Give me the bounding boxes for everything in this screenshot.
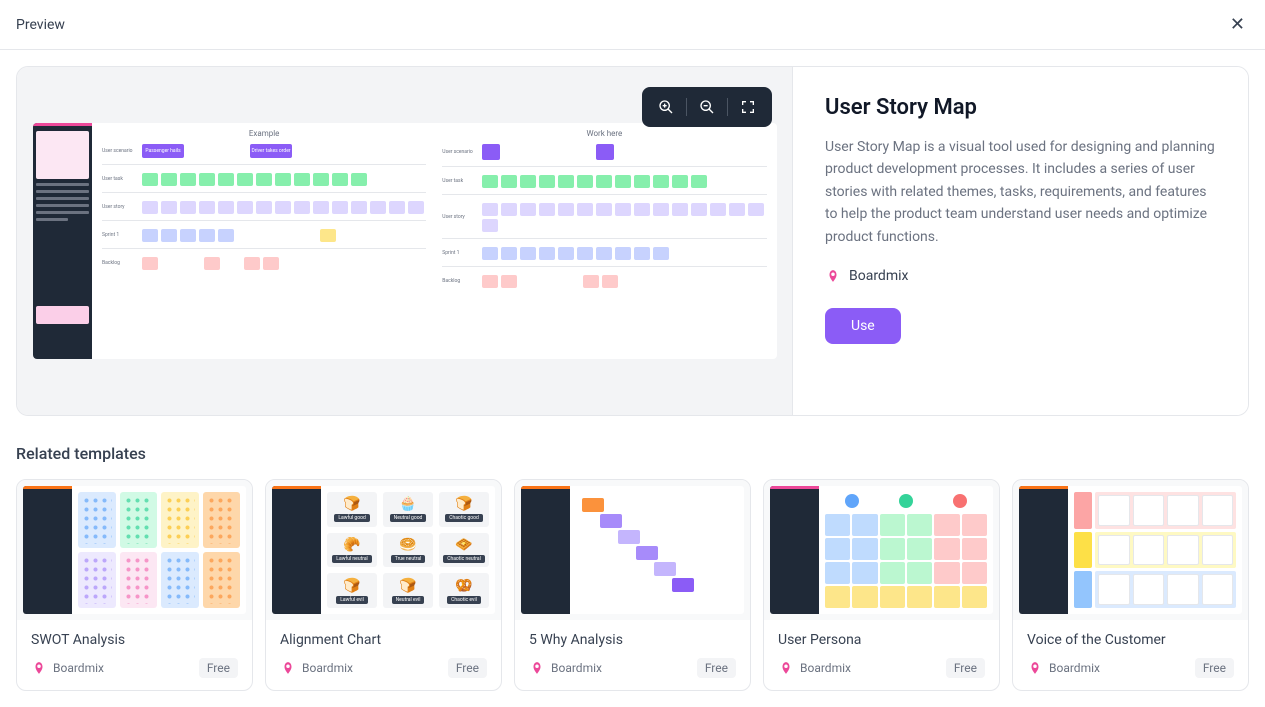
scenario-cell: Driver takes order xyxy=(250,144,292,158)
author-logo-icon xyxy=(31,660,47,676)
price-badge: Free xyxy=(946,658,985,678)
card-author: Boardmix xyxy=(1049,661,1100,675)
related-grid: SWOT Analysis Boardmix Free 🍞Lawful good… xyxy=(16,479,1249,691)
author-logo-icon xyxy=(1027,660,1043,676)
card-title: SWOT Analysis xyxy=(31,632,238,648)
zoom-out-icon xyxy=(699,99,715,115)
card-title: 5 Why Analysis xyxy=(529,632,736,648)
card-title: User Persona xyxy=(778,632,985,648)
use-button[interactable]: Use xyxy=(825,308,901,344)
author-logo-icon xyxy=(280,660,296,676)
card-author: Boardmix xyxy=(302,661,353,675)
zoom-out-button[interactable] xyxy=(687,93,727,121)
author-logo-icon xyxy=(825,268,841,284)
template-preview-image: Example User scenario Passenger hails Dr… xyxy=(33,123,777,360)
author-logo-icon xyxy=(529,660,545,676)
preview-doc-main: Example User scenario Passenger hails Dr… xyxy=(92,123,776,360)
author-name: Boardmix xyxy=(849,268,908,284)
related-card-voc[interactable]: Voice of the Customer Boardmix Free xyxy=(1012,479,1249,691)
related-card-alignment[interactable]: 🍞Lawful good 🧁Neutral good 🍞Chaotic good… xyxy=(265,479,502,691)
row-label: User scenario xyxy=(102,148,138,154)
template-title: User Story Map xyxy=(825,95,1216,120)
topbar-title: Preview xyxy=(16,17,65,33)
content: Example User scenario Passenger hails Dr… xyxy=(0,50,1265,707)
row-label: Sprint 1 xyxy=(442,250,478,256)
card-title: Voice of the Customer xyxy=(1027,632,1234,648)
close-button[interactable]: ✕ xyxy=(1226,10,1249,39)
fullscreen-button[interactable] xyxy=(728,93,768,121)
thumbnail xyxy=(1013,480,1248,620)
template-author: Boardmix xyxy=(825,268,1216,284)
row-label: Backlog xyxy=(102,260,138,266)
zoom-controls xyxy=(642,87,772,127)
related-card-5why[interactable]: 5 Why Analysis Boardmix Free xyxy=(514,479,751,691)
thumbnail xyxy=(764,480,999,620)
card-title: Alignment Chart xyxy=(280,632,487,648)
fullscreen-icon xyxy=(740,99,756,115)
row-label: Sprint 1 xyxy=(102,232,138,238)
price-badge: Free xyxy=(448,658,487,678)
scenario-cell: Passenger hails xyxy=(142,144,184,158)
row-label: User story xyxy=(442,214,478,220)
related-card-persona[interactable]: User Persona Boardmix Free xyxy=(763,479,1000,691)
row-label: User task xyxy=(102,176,138,182)
price-badge: Free xyxy=(1195,658,1234,678)
row-label: Backlog xyxy=(442,278,478,284)
price-badge: Free xyxy=(199,658,238,678)
thumbnail xyxy=(515,480,750,620)
close-icon: ✕ xyxy=(1230,14,1245,35)
card-author: Boardmix xyxy=(551,661,602,675)
zoom-in-icon xyxy=(658,99,674,115)
row-label: User story xyxy=(102,204,138,210)
row-label: User scenario xyxy=(442,149,478,155)
topbar: Preview ✕ xyxy=(0,0,1265,50)
template-details: User Story Map User Story Map is a visua… xyxy=(793,67,1248,415)
related-templates-section: Related templates SWOT Analysis Boardmix xyxy=(16,444,1249,691)
row-label: User task xyxy=(442,178,478,184)
related-heading: Related templates xyxy=(16,444,1249,463)
preview-card: Example User scenario Passenger hails Dr… xyxy=(16,66,1249,416)
preview-col-title: Example xyxy=(102,129,426,138)
zoom-in-button[interactable] xyxy=(646,93,686,121)
card-author: Boardmix xyxy=(53,661,104,675)
template-description: User Story Map is a visual tool used for… xyxy=(825,136,1216,248)
thumbnail: 🍞Lawful good 🧁Neutral good 🍞Chaotic good… xyxy=(266,480,501,620)
thumbnail xyxy=(17,480,252,620)
price-badge: Free xyxy=(697,658,736,678)
preview-doc-sidebar xyxy=(33,123,93,360)
related-card-swot[interactable]: SWOT Analysis Boardmix Free xyxy=(16,479,253,691)
author-logo-icon xyxy=(778,660,794,676)
card-author: Boardmix xyxy=(800,661,851,675)
preview-col-title: Work here xyxy=(442,129,766,138)
preview-canvas: Example User scenario Passenger hails Dr… xyxy=(17,67,793,415)
